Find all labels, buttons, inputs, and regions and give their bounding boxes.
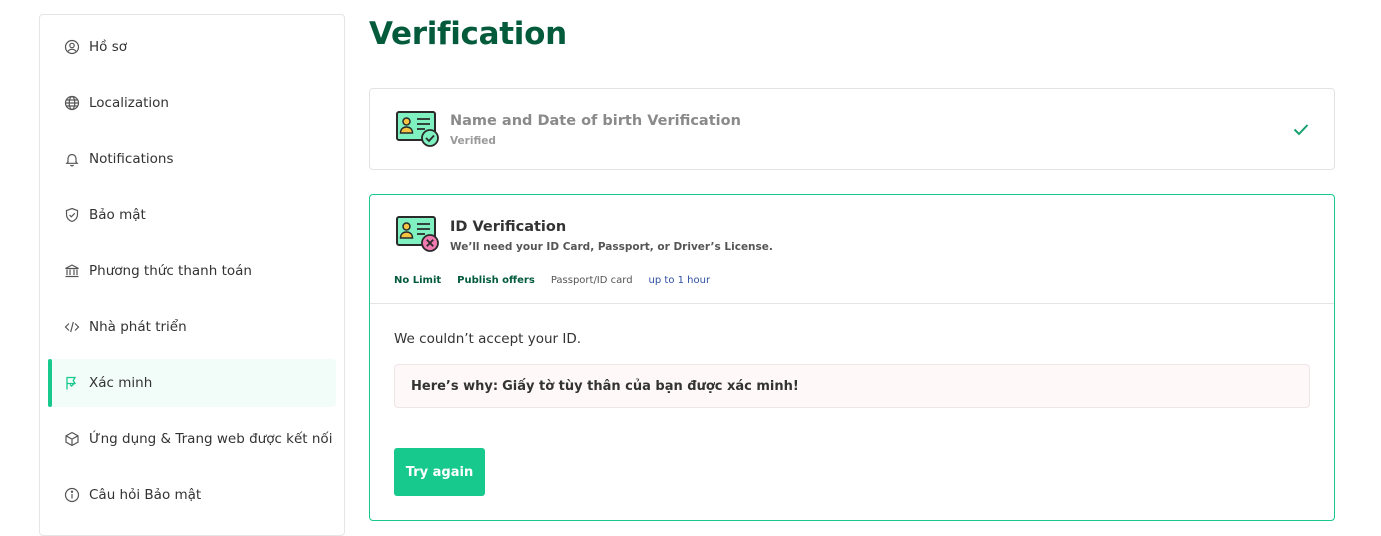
tag-document-type: Passport/ID card bbox=[550, 275, 633, 286]
sidebar-item-security-questions[interactable]: Câu hỏi Bảo mật bbox=[48, 471, 336, 519]
id-verification-title: ID Verification bbox=[450, 219, 567, 235]
bank-icon bbox=[64, 263, 80, 279]
info-circle-icon bbox=[64, 487, 80, 503]
verified-status: Verified bbox=[450, 135, 496, 147]
bell-icon bbox=[64, 151, 80, 167]
sidebar-item-label: Localization bbox=[89, 95, 169, 111]
id-card-rejected-icon bbox=[396, 215, 440, 253]
sidebar-item-security[interactable]: Bảo mật bbox=[48, 191, 336, 239]
rejection-message: We couldn’t accept your ID. bbox=[394, 331, 582, 347]
sidebar-item-label: Câu hỏi Bảo mật bbox=[89, 487, 202, 503]
sidebar-item-connected-apps[interactable]: Ứng dụng & Trang web được kết nối bbox=[48, 415, 336, 463]
page-title: Verification bbox=[369, 16, 567, 52]
rejection-reason-box: Here’s why: Giấy tờ tùy thân của bạn được… bbox=[394, 364, 1310, 408]
name-dob-title: Name and Date of birth Verification bbox=[450, 113, 741, 129]
sidebar-item-label: Phương thức thanh toán bbox=[89, 263, 252, 279]
try-again-button[interactable]: Try again bbox=[394, 448, 485, 496]
sidebar-item-notifications[interactable]: Notifications bbox=[48, 135, 336, 183]
code-icon bbox=[64, 319, 80, 335]
sidebar-item-developer[interactable]: Nhà phát triển bbox=[48, 303, 336, 351]
sidebar-item-label: Ứng dụng & Trang web được kết nối bbox=[89, 431, 333, 447]
sidebar-item-payment-methods[interactable]: Phương thức thanh toán bbox=[48, 247, 336, 295]
id-verification-card: ID Verification We’ll need your ID Card,… bbox=[369, 194, 1335, 521]
rejection-reason-label: Here’s why: bbox=[411, 379, 499, 394]
sidebar-item-label: Hồ sơ bbox=[89, 39, 127, 55]
cube-icon bbox=[64, 431, 80, 447]
sidebar-item-label: Notifications bbox=[89, 151, 174, 167]
tag-no-limit: No Limit bbox=[394, 275, 442, 286]
tag-publish-offers: Publish offers bbox=[457, 275, 535, 286]
id-card-verified-icon bbox=[396, 110, 440, 148]
sidebar-item-label: Xác minh bbox=[89, 375, 153, 391]
sidebar-item-profile[interactable]: Hồ sơ bbox=[48, 23, 336, 71]
sidebar-item-verification[interactable]: Xác minh bbox=[48, 359, 336, 407]
id-verification-subtitle: We’ll need your ID Card, Passport, or Dr… bbox=[450, 241, 773, 253]
verification-tags: No Limit Publish offers Passport/ID card… bbox=[394, 275, 710, 286]
checkmark-icon bbox=[1292, 120, 1310, 138]
settings-sidebar: Hồ sơ Localization Notifications Bảo mật… bbox=[39, 14, 345, 536]
rejection-reason-text: Giấy tờ tùy thân của bạn được xác minh! bbox=[502, 379, 799, 394]
user-circle-icon bbox=[64, 39, 80, 55]
sidebar-item-localization[interactable]: Localization bbox=[48, 79, 336, 127]
tag-processing-time: up to 1 hour bbox=[648, 275, 711, 286]
globe-icon bbox=[64, 95, 80, 111]
shield-check-icon bbox=[64, 207, 80, 223]
sidebar-item-label: Nhà phát triển bbox=[89, 319, 187, 335]
sidebar-item-label: Bảo mật bbox=[89, 207, 146, 223]
card-divider bbox=[370, 303, 1334, 304]
name-dob-verification-card: Name and Date of birth Verification Veri… bbox=[369, 88, 1335, 170]
flag-icon bbox=[64, 375, 80, 391]
